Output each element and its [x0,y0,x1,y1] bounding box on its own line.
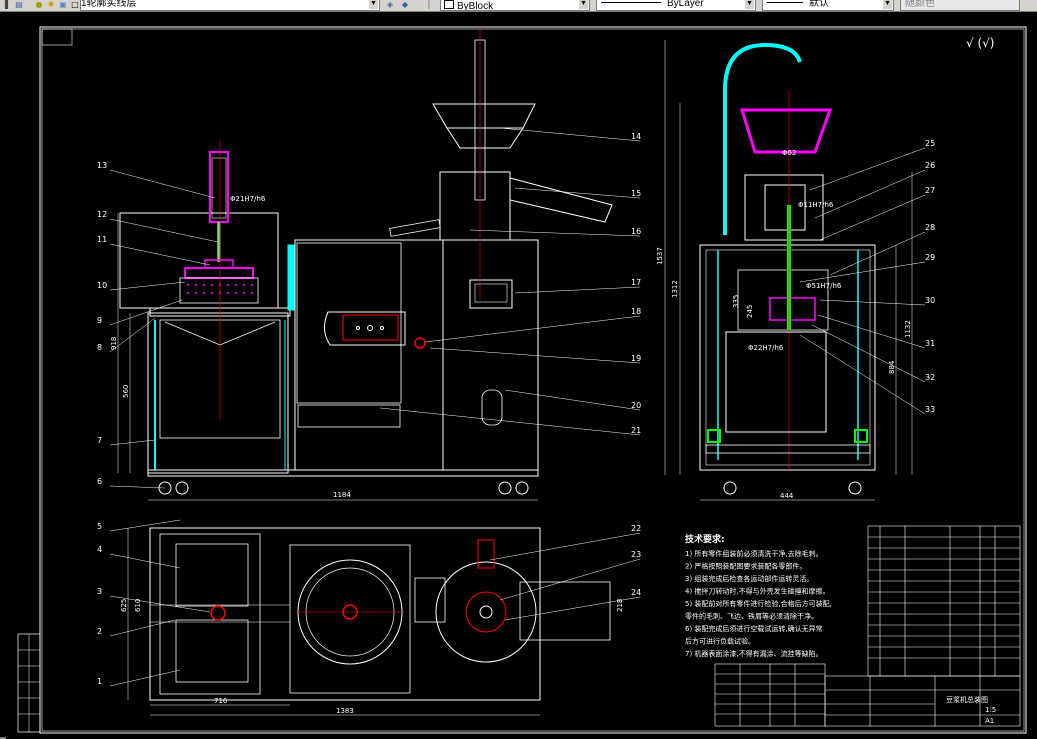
fit-side-2: Φ11H7/h6 [798,201,834,209]
callout-right-1: 26 [925,161,935,170]
title-block-name: 豆浆机总装图 [946,695,988,704]
callout-left-7: 6 [97,477,102,486]
note-line: 7) 机器表面涂漆,不得有漏涂、流挂等缺陷。 [685,649,823,658]
fit-side-1: Φ62 [782,149,796,157]
note-line: 后方可进行负载试验。 [685,637,755,646]
callout-mid-3: 17 [631,278,641,287]
callout-mid-4: 18 [631,307,641,316]
callout-right-8: 33 [925,405,935,414]
callout-right-6: 31 [925,339,935,348]
callout-right-0: 25 [925,139,935,148]
callout-mid-9: 23 [631,550,641,559]
callout-mid-8: 22 [631,524,641,533]
callout-mid-0: 14 [631,132,641,141]
note-line: 6) 装配完成后须进行空载试运转,确认无异常 [685,624,823,633]
drawing-border [39,26,1027,734]
callout-left-1: 12 [97,210,107,219]
notes-list: 1) 所有零件组装前必须清洗干净,去除毛刺。 2) 严格按照装配图要求装配各零部件… [685,549,832,658]
callout-mid-5: 19 [631,354,641,363]
callout-left-11: 2 [97,627,102,636]
notes-title: 技术要求: [685,533,725,545]
linetype-dropdown[interactable]: ByLayer ▼ [596,0,756,11]
plan-view: 716 1383 625 610 218 [120,527,624,716]
callout-mid-6: 20 [631,401,641,410]
dim-side-mid: 1312 [671,280,679,298]
color-swatch-icon [444,0,454,9]
note-line: 零件的毛刺、飞边、铁屑等必须清除干净。 [685,612,818,621]
note-line: 5) 装配前对所有零件进行检验,合格后方可装配, [685,599,832,608]
note-line: 2) 严格按照装配图要求装配各零部件。 [685,562,806,571]
dim-plan-h1: 625 [120,599,128,612]
dim-plan-total: 1383 [336,707,354,715]
callout-mid-10: 24 [631,588,641,597]
plotstyle-dropdown[interactable]: 随颜色 [900,0,1020,11]
layer-toolbar: ▐ ▤ ● ✺ ▣ □ 1轮廓实线层 ▼ ◈ ◆ │ ByBlock ▼ ByL… [0,0,1037,12]
corner-box [41,28,73,46]
dim-side-width: 444 [780,492,794,500]
callout-left-8: 5 [97,522,102,531]
dim-front-lower: 560 [122,385,130,398]
fit-side-4: Φ22H7/h6 [748,344,784,352]
fit-front: Φ21H7/h6 [230,195,266,203]
callout-left-10: 3 [97,587,102,596]
note-line: 4) 搅拌刀转动时,不得与外壳发生碰撞和摩擦。 [685,587,830,596]
callout-right-7: 32 [925,373,935,382]
dim-plan-left: 716 [214,697,228,705]
layer-color-swatch-icon[interactable]: □ [70,0,80,9]
callout-left-0: 13 [97,161,107,170]
note-line: 1) 所有零件组装前必须清洗干净,去除毛刺。 [685,549,823,558]
callout-left-2: 11 [97,235,107,244]
dim-side-right2: 884 [888,360,896,374]
layer-manager-icon[interactable]: ▤ [14,0,24,9]
linetype-dropdown-value: ByLayer [667,0,704,9]
drawing-canvas[interactable]: √ (√) 918 560 1184 Φ21H7/h6 1537 1312 11… [0,12,1037,739]
note-line: 3) 组装完成后检查各运动部件运转灵活。 [685,574,813,583]
callout-right-3: 28 [925,223,935,232]
callout-mid-7: 21 [631,426,641,435]
layer-on-bulb-icon[interactable]: ● [34,0,44,9]
dim-front-width: 1184 [333,491,351,499]
layer-previous-icon[interactable]: ◆ [400,0,410,9]
layer-dropdown-value: 1轮廓实线层 [81,0,137,9]
dim-side-overall: 1537 [656,247,664,265]
lineweight-sample [767,1,803,3]
layer-lock-icon[interactable]: ▣ [58,0,68,9]
chevron-down-icon[interactable]: ▼ [883,0,892,9]
layer-dropdown[interactable]: 1轮廓实线层 ▼ [80,0,380,11]
chevron-down-icon[interactable]: ▼ [745,0,754,9]
callout-left-4: 9 [97,316,102,325]
title-block-scale: 1:5 [985,706,996,714]
inner-border [41,28,1025,732]
callout-right-4: 29 [925,253,935,262]
callout-right-5: 30 [925,296,935,305]
toolbar-separator-icon: │ [426,0,432,9]
lineweight-dropdown-value: 默认 [809,0,829,9]
make-current-layer-icon[interactable]: ◈ [385,0,395,9]
dim-front-height: 918 [110,337,118,350]
color-dropdown[interactable]: ByBlock ▼ [440,0,590,11]
callout-left-12: 1 [97,677,102,686]
roughness-symbol: √ (√) [966,36,994,50]
callout-left-6: 7 [97,436,102,445]
toolbar-grip-icon: ▐ [1,0,9,9]
callout-left-9: 4 [97,545,102,554]
chevron-down-icon[interactable]: ▼ [369,0,378,9]
layer-freeze-sun-icon[interactable]: ✺ [46,0,56,9]
dim-side-right1: 1132 [904,320,912,338]
linetype-sample [601,1,661,3]
title-block-sheet: A1 [985,717,994,725]
callout-left-3: 10 [97,281,107,290]
callout-left-5: 8 [97,343,102,352]
callout-mid-1: 15 [631,189,641,198]
callout-mid-2: 16 [631,227,641,236]
chevron-down-icon[interactable]: ▼ [579,0,588,9]
plotstyle-dropdown-value: 随颜色 [905,0,935,9]
dim-side-d1: 335 [732,295,740,308]
front-view: 918 560 1184 Φ21H7/h6 [110,30,613,501]
dim-side-d2: 245 [746,305,754,318]
lineweight-dropdown[interactable]: 默认 ▼ [762,0,894,11]
callout-right-2: 27 [925,186,935,195]
color-dropdown-value: ByBlock [457,1,494,11]
fit-side-3: Φ51H7/h6 [806,282,842,290]
